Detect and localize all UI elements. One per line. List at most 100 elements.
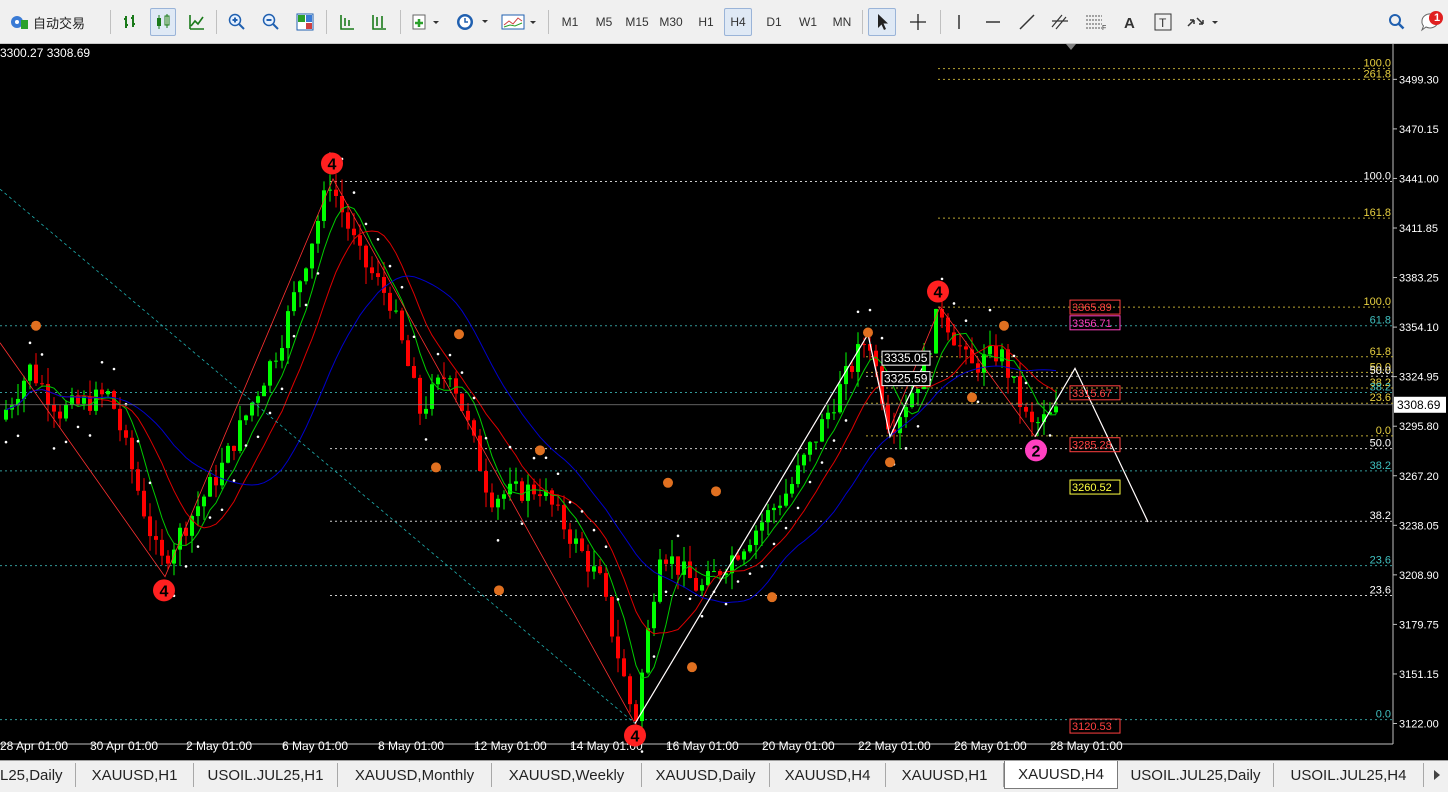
price-chart[interactable]: 3499.30 3470.15 3441.00 3411.85 3383.25 3354.…: [0, 44, 1448, 760]
zoom-out-button[interactable]: [258, 8, 284, 36]
horizontal-line-button[interactable]: [980, 8, 1006, 36]
timeframe-d1-button[interactable]: D1: [760, 8, 788, 36]
chart-tab[interactable]: XAUUSD,Daily: [642, 763, 770, 787]
search-button[interactable]: [1384, 8, 1410, 36]
candle-body: [598, 566, 602, 574]
cursor-button[interactable]: [868, 8, 896, 36]
price-label: 3365.89: [1072, 302, 1112, 314]
subwave-marker: [687, 662, 697, 673]
psar-dot: [1024, 381, 1028, 385]
chart-tab[interactable]: L25,Daily: [0, 763, 76, 787]
psar-dot: [184, 565, 188, 568]
psar-dot: [976, 400, 980, 404]
candle-body: [982, 354, 986, 373]
candle-body: [820, 419, 824, 442]
psar-dot: [76, 425, 80, 429]
auto-scroll-button[interactable]: [334, 8, 360, 36]
timeframe-m1-button[interactable]: M1: [556, 8, 584, 36]
bar-chart-button[interactable]: [118, 8, 144, 36]
vertical-line-button[interactable]: [946, 8, 972, 36]
timeframe-w1-button[interactable]: W1: [794, 8, 822, 36]
fib-level-label: 0.0: [1376, 709, 1391, 721]
text-label-button[interactable]: T: [1150, 8, 1176, 36]
chart-tab[interactable]: XAUUSD,H1: [886, 763, 1004, 787]
arrows-button[interactable]: [1182, 8, 1224, 36]
timeframe-mn-button[interactable]: MN: [828, 8, 856, 36]
psar-dot: [136, 439, 140, 443]
line-chart-button[interactable]: [184, 8, 210, 36]
fib-level-label: 100.0: [1363, 296, 1391, 308]
chart-tab[interactable]: USOIL.JUL25,Daily: [1118, 763, 1274, 787]
candle-body: [46, 384, 50, 405]
zoom-in-icon: [228, 13, 245, 30]
x-tick-label: 28 Apr 01:00: [0, 739, 68, 753]
zoom-in-button[interactable]: [224, 8, 250, 36]
y-tick-label: 3324.95: [1399, 372, 1439, 384]
psar-dot: [148, 481, 152, 485]
chart-tab[interactable]: XAUUSD,H1: [76, 763, 194, 787]
chart-shift-button[interactable]: [366, 8, 392, 36]
candle-body: [700, 585, 704, 591]
y-tick-label: 3267.20: [1399, 471, 1439, 483]
channel-button[interactable]: [1046, 8, 1074, 36]
template-icon: [501, 14, 536, 30]
text-button[interactable]: A: [1118, 8, 1142, 36]
candle-body: [520, 481, 524, 501]
chart-tab[interactable]: XAUUSD,Weekly: [492, 763, 642, 787]
fibonacci-button[interactable]: F: [1080, 8, 1112, 36]
x-tick-label: 28 May 01:00: [1050, 739, 1123, 753]
timeframe-h1-button[interactable]: H1: [692, 8, 720, 36]
psar-dot: [760, 565, 764, 568]
candle-body: [754, 530, 758, 545]
tab-scroll-button[interactable]: [1428, 765, 1446, 785]
psar-dot: [352, 191, 356, 194]
candle-body: [376, 273, 380, 278]
crosshair-button[interactable]: [904, 8, 932, 36]
candle-body: [304, 268, 308, 282]
psar-dot: [856, 310, 860, 314]
notifications-button[interactable]: 1: [1418, 8, 1446, 36]
tile-windows-button[interactable]: [292, 8, 318, 36]
templates-button[interactable]: [498, 8, 540, 36]
candle-body: [526, 484, 530, 501]
psar-dot: [904, 447, 908, 450]
subwave-marker: [999, 320, 1009, 331]
candle-body: [220, 462, 224, 486]
psar-dot: [688, 597, 692, 601]
chart-tab[interactable]: XAUUSD,H4: [1004, 761, 1118, 789]
chart-tab[interactable]: XAUUSD,H4: [770, 763, 886, 787]
timeframe-m30-button[interactable]: M30: [656, 8, 686, 36]
chart-canvas[interactable]: 3499.30 3470.15 3441.00 3411.85 3383.25 3354.…: [0, 44, 1448, 760]
chart-tab[interactable]: USOIL.JUL25,H1: [194, 763, 338, 787]
indicators-button[interactable]: [408, 8, 444, 36]
trendline-button[interactable]: [1014, 8, 1040, 36]
candle-body: [232, 445, 236, 451]
timeframe-m15-button[interactable]: M15: [622, 8, 652, 36]
chart-tab[interactable]: USOIL.JUL25,H4: [1274, 763, 1424, 787]
x-tick-label: 6 May 01:00: [282, 739, 348, 753]
candle-body: [334, 189, 338, 196]
psar-dot: [256, 435, 260, 439]
current-price-label: 3308.69: [1397, 398, 1441, 412]
candle-body: [904, 407, 908, 418]
candle-body: [190, 516, 194, 536]
candlestick-button[interactable]: [150, 8, 176, 36]
candle-body: [538, 494, 542, 497]
price-label: 3120.53: [1072, 721, 1112, 733]
psar-dot: [232, 479, 236, 482]
candlestick-icon: [157, 14, 170, 29]
chart-shift-marker-icon: [1066, 44, 1076, 50]
psar-dot: [724, 602, 728, 606]
periods-button[interactable]: [452, 8, 492, 36]
autotrade-button[interactable]: 自动交易: [4, 8, 102, 36]
candle-body: [790, 484, 794, 494]
x-tick-label: 16 May 01:00: [666, 739, 739, 753]
timeframe-m5-button[interactable]: M5: [590, 8, 618, 36]
candle-body: [382, 277, 386, 293]
x-tick-label: 2 May 01:00: [186, 739, 252, 753]
psar-dot: [436, 352, 440, 356]
psar-dot: [880, 336, 884, 340]
chart-tab[interactable]: XAUUSD,Monthly: [338, 763, 492, 787]
timeframe-h4-button[interactable]: H4: [724, 8, 752, 36]
candle-body: [1006, 349, 1010, 378]
